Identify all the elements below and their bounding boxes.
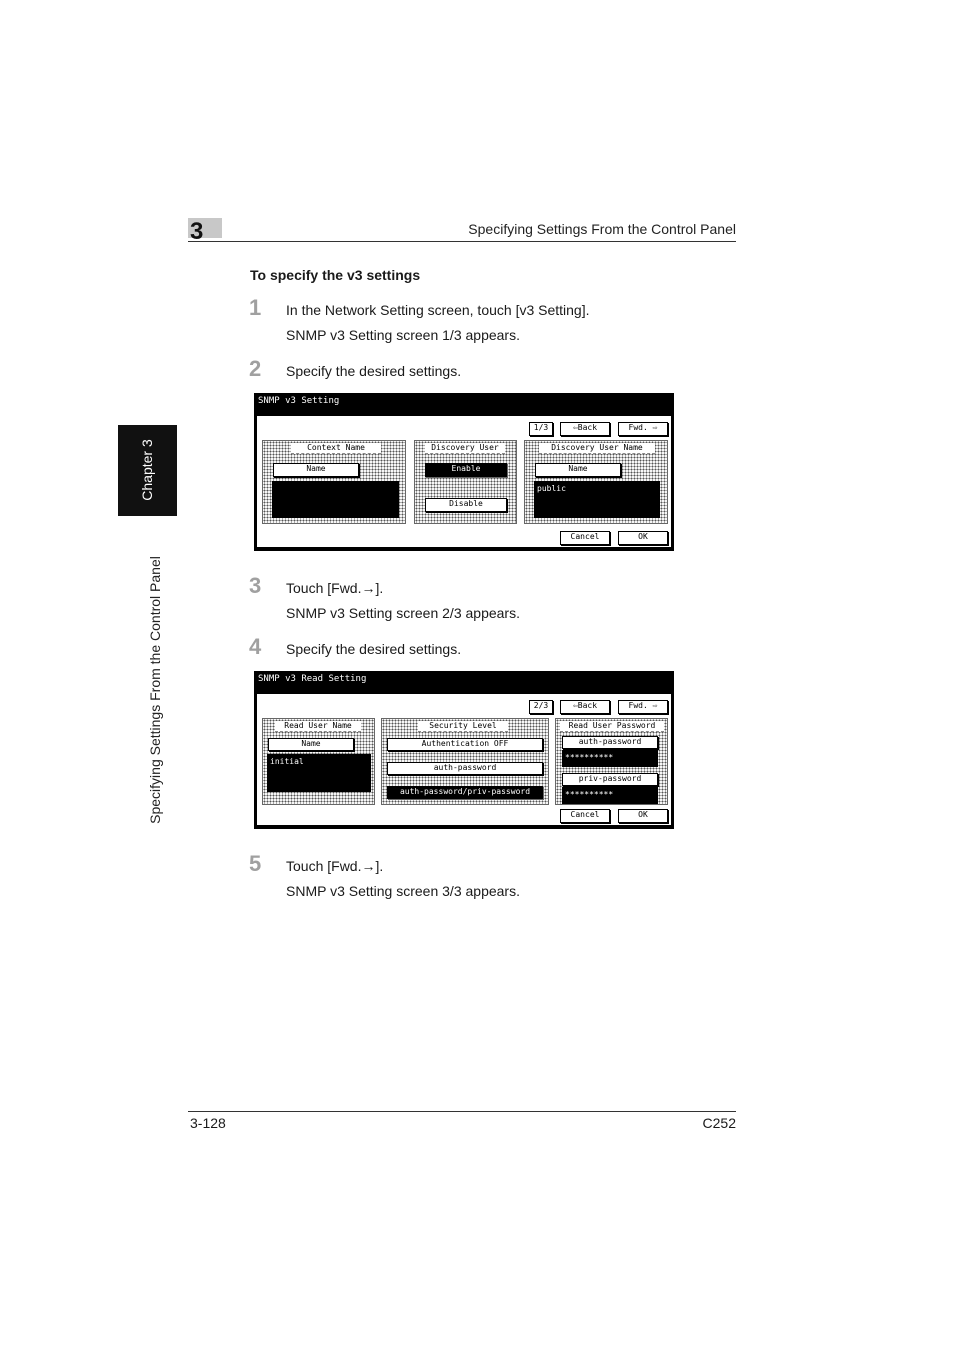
back-button[interactable]: ⇦Back [560, 422, 610, 436]
ok-button[interactable]: OK [618, 809, 668, 823]
step-instruction: Touch [Fwd.→]. [286, 858, 384, 874]
auth-password-button[interactable]: auth-password [387, 762, 543, 775]
step-result: SNMP v3 Setting screen 3/3 appears. [286, 883, 520, 899]
step-instruction: Touch [Fwd.→]. [286, 580, 384, 596]
page-indicator: 1/3 [529, 422, 553, 436]
discovery-user-group: Discovery User Enable Disable [414, 440, 517, 524]
step-instruction: Specify the desired settings. [286, 363, 462, 379]
context-name-value [272, 481, 399, 518]
read-user-name-button[interactable]: Name [268, 738, 354, 751]
screen-title: SNMP v3 Read Setting [258, 674, 367, 684]
discovery-user-name-button[interactable]: Name [535, 463, 621, 477]
forward-button[interactable]: Fwd. ⇨ [618, 700, 668, 714]
discovery-user-name-group: Discovery User Name Name public [524, 440, 668, 524]
read-user-password-heading: Read User Password [560, 721, 664, 732]
auth-password-value: ********** [562, 750, 658, 767]
header-rule [188, 241, 736, 242]
auth-priv-password-button[interactable]: auth-password/priv-password [387, 786, 543, 799]
back-button[interactable]: ⇦Back [560, 700, 610, 714]
step-result: SNMP v3 Setting screen 2/3 appears. [286, 605, 520, 621]
step-number: 2 [249, 356, 262, 381]
step-instruction: In the Network Setting screen, touch [v3… [286, 302, 590, 318]
step-instruction: Specify the desired settings. [286, 641, 462, 657]
discovery-user-name-heading: Discovery User Name [539, 443, 655, 454]
context-name-group: Context Name Name [262, 440, 406, 524]
disable-button[interactable]: Disable [425, 498, 507, 512]
step-result: SNMP v3 Setting screen 1/3 appears. [286, 327, 520, 343]
context-name-heading: Context Name [291, 443, 381, 454]
forward-button[interactable]: Fwd. ⇨ [618, 422, 668, 436]
screen-body: 1/3 ⇦Back Fwd. ⇨ Context Name Name Disco… [256, 415, 672, 548]
cancel-button[interactable]: Cancel [560, 809, 610, 823]
chapter-number: 3 [190, 218, 204, 245]
read-user-name-heading: Read User Name [275, 721, 361, 732]
model-name: C252 [702, 1115, 736, 1131]
context-name-button[interactable]: Name [273, 463, 359, 477]
screen-title: SNMP v3 Setting [258, 396, 340, 406]
screen-body: 2/3 ⇦Back Fwd. ⇨ Read User Name Name ini… [256, 693, 672, 826]
security-level-group: Security Level Authentication OFF auth-p… [381, 718, 549, 805]
read-user-name-group: Read User Name Name initial [262, 718, 375, 805]
read-user-password-group: Read User Password auth-password *******… [555, 718, 668, 805]
chapter-side-tab-label: Chapter 3 [139, 439, 155, 501]
header-running-title: Specifying Settings From the Control Pan… [468, 221, 736, 237]
page-indicator: 2/3 [529, 700, 553, 714]
step-number: 1 [249, 295, 262, 320]
step-number: 3 [249, 573, 262, 598]
snmp-v3-read-setting-screen: SNMP v3 Read Setting 2/3 ⇦Back Fwd. ⇨ Re… [254, 671, 674, 829]
snmp-v3-setting-screen: SNMP v3 Setting 1/3 ⇦Back Fwd. ⇨ Context… [254, 393, 674, 551]
step-number: 4 [249, 634, 262, 659]
footer-rule [188, 1111, 736, 1112]
enable-button[interactable]: Enable [425, 463, 507, 477]
chapter-side-tab: Chapter 3 [118, 425, 177, 516]
cancel-button[interactable]: Cancel [560, 531, 610, 545]
section-title: To specify the v3 settings [250, 267, 421, 283]
read-user-name-value: initial [267, 754, 371, 792]
authentication-off-button[interactable]: Authentication OFF [387, 738, 543, 751]
security-level-heading: Security Level [418, 721, 508, 732]
ok-button[interactable]: OK [618, 531, 668, 545]
page-number: 3-128 [190, 1115, 226, 1131]
auth-password-entry-button[interactable]: auth-password [562, 736, 658, 749]
discovery-user-heading: Discovery User [425, 443, 505, 454]
step-number: 5 [249, 851, 262, 876]
discovery-user-name-value: public [534, 481, 660, 518]
side-running-title: Specifying Settings From the Control Pan… [147, 556, 163, 824]
priv-password-entry-button[interactable]: priv-password [562, 773, 658, 786]
priv-password-value: ********** [562, 787, 658, 804]
